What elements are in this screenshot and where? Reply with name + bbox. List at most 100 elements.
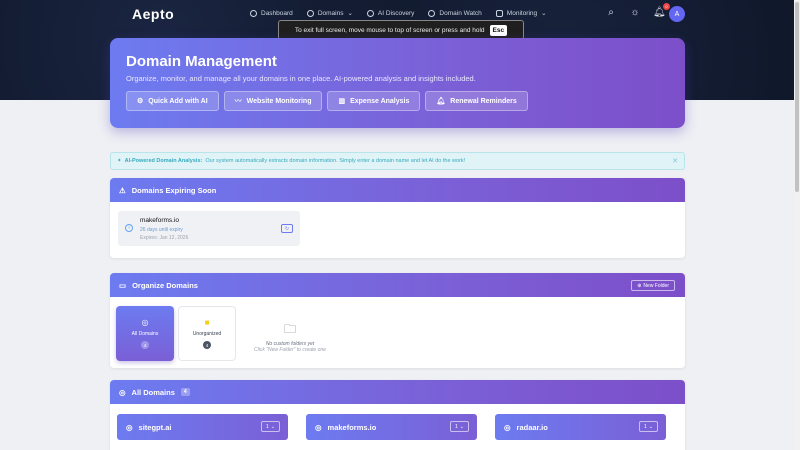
website-monitoring-button[interactable]: 〰 Website Monitoring [223,91,323,111]
domain-card[interactable]: ◎ makeforms.io 1 ⌄ [306,414,477,440]
lightbulb-icon: ✦ [117,158,122,164]
expiring-soon-title: Domains Expiring Soon [131,185,217,195]
renewal-reminders-button[interactable]: 🔔︎ Renewal Reminders [425,91,528,111]
nav-ai-discovery-label: AI Discovery [377,9,415,17]
expiring-domain-item[interactable]: i makeforms.io 26 days until expiry Expi… [118,211,300,246]
globe-icon: ◎ [119,387,126,397]
expiring-domain-date: Expires: Jan 12, 2026 [140,235,189,241]
chevron-down-icon: ⌄ [541,10,547,17]
domain-card[interactable]: ◎ sitegpt.ai 1 ⌄ [117,414,288,440]
nav-monitoring-label: Monitoring [506,9,538,17]
folder-count: 4 [141,341,149,349]
fullscreen-toast: To exit full screen, move mouse to top o… [278,20,524,40]
domain-card-name: sitegpt.ai [138,422,172,432]
quick-add-button[interactable]: ⚙ Quick Add with AI [126,91,219,111]
scrollbar-thumb[interactable] [795,2,799,192]
organize-domains-header: ▭ Organize Domains ⊕ New Folder [110,273,685,297]
logo[interactable]: Aepto [132,6,174,22]
globe-icon: ◎ [141,318,149,327]
esc-key: Esc [489,24,508,36]
nav-monitoring[interactable]: Monitoring ⌄ [495,9,547,17]
pulse-icon: 〰 [234,98,242,105]
robot-icon: ⚙ [137,98,144,105]
hero-banner: Domain Management Organize, monitor, and… [110,38,685,128]
folder-icon: ■ [204,318,210,327]
folder-icon: ▭ [119,280,127,290]
domain-card-name: makeforms.io [327,422,377,432]
expense-analysis-button[interactable]: ▥ Expense Analysis [327,91,421,111]
hero-buttons: ⚙ Quick Add with AI 〰 Website Monitoring ▥… [126,91,528,111]
domain-card-select-value: 1 [455,423,458,430]
search-icon[interactable]: ⌕ [605,7,617,18]
empty-folders-hint: Click "New Folder" to create one [254,347,326,353]
renew-button[interactable]: ↻ [281,224,293,233]
organize-domains-card: ▭ Organize Domains ⊕ New Folder ◎ All Dom… [110,273,685,368]
nav-right: ⌕ ☼ 🔔︎ 0 [605,3,670,18]
quick-add-label: Quick Add with AI [148,97,208,105]
avatar[interactable]: A [669,6,685,22]
plus-icon: ⊕ [637,282,642,289]
chevron-down-icon: ⌄ [648,423,653,430]
empty-folders-state: 🗀 No custom folders yet Click "New Folde… [250,320,330,353]
nav-domain-watch-label: Domain Watch [439,9,482,17]
info-icon: i [125,224,133,232]
chevron-down-icon: ⌄ [459,423,464,430]
domain-card-select-value: 1 [644,423,647,430]
domain-card-name: radaar.io [516,422,548,432]
globe-icon: ◎ [315,422,322,432]
renewal-reminders-label: Renewal Reminders [450,97,517,105]
info-banner: ✦ AI-Powered Domain Analysis: Our system… [110,152,685,170]
nav-dashboard-label: Dashboard [261,9,293,17]
globe-icon: ◎ [126,422,133,432]
folder-unorganized-label: Unorganized [192,331,222,337]
website-monitoring-label: Website Monitoring [246,97,312,105]
sun-icon[interactable]: ☼ [629,7,641,18]
fullscreen-toast-text: To exit full screen, move mouse to top o… [294,26,485,34]
page-title: Domain Management [126,53,277,70]
domain-card[interactable]: ◎ radaar.io 1 ⌄ [495,414,666,440]
bell-icon[interactable]: 🔔︎ 0 [653,3,670,18]
bell-icon: 🔔︎ [436,98,446,105]
new-folder-button[interactable]: ⊕ New Folder [631,280,675,291]
chart-icon: ▥ [338,98,346,105]
expiring-domain-name: makeforms.io [140,217,180,224]
monitor-icon [495,9,503,17]
notification-badge: 0 [663,3,670,10]
info-banner-text: Our system automatically extracts domain… [205,158,466,164]
expense-analysis-label: Expense Analysis [350,97,410,105]
nav-domains-label: Domains [317,9,344,17]
nav-dashboard[interactable]: Dashboard [250,9,293,17]
all-domains-title: All Domains [131,387,175,397]
folder-all-domains-label: All Domains [131,331,159,337]
nav-domain-watch[interactable]: Domain Watch [428,9,482,17]
domain-card-select[interactable]: 1 ⌄ [450,421,469,432]
folder-all-domains[interactable]: ◎ All Domains 4 [116,306,174,361]
organize-domains-title: Organize Domains [132,280,198,290]
dashboard-icon [250,9,257,17]
nav-ai-discovery[interactable]: AI Discovery [366,9,415,17]
search-icon [366,9,374,17]
warning-icon: ⚠ [119,185,126,195]
expiring-soon-card: ⚠ Domains Expiring Soon i makeforms.io 2… [110,178,685,258]
globe-icon [306,9,314,17]
domain-card-select-value: 1 [266,423,269,430]
globe-icon: ◎ [504,422,511,432]
new-folder-label: New Folder [643,282,669,289]
domain-card-select[interactable]: 1 ⌄ [639,421,658,432]
close-icon[interactable]: ✕ [672,157,678,165]
all-domains-card: ◎ All Domains 4 ◎ sitegpt.ai 1 ⌄ ◎ makefo… [110,380,685,450]
domain-card-select[interactable]: 1 ⌄ [261,421,280,432]
expiring-soon-header: ⚠ Domains Expiring Soon [110,178,685,202]
domain-cards: ◎ sitegpt.ai 1 ⌄ ◎ makeforms.io 1 ⌄ ◎ rada… [117,414,666,440]
scrollbar[interactable] [794,0,800,450]
eye-icon [428,9,436,17]
folder-plus-icon: 🗀 [283,322,296,336]
all-domains-count: 4 [180,388,190,396]
folder-unorganized[interactable]: ■ Unorganized 4 [178,306,236,361]
page-subtitle: Organize, monitor, and manage all your d… [126,74,476,83]
folder-count: 4 [203,341,211,349]
expiring-domain-days: 26 days until expiry [140,227,183,233]
all-domains-header: ◎ All Domains 4 [110,380,685,404]
nav-domains[interactable]: Domains ⌄ [306,9,353,17]
nav-items: Dashboard Domains ⌄ AI Discovery Domain W… [250,9,547,17]
